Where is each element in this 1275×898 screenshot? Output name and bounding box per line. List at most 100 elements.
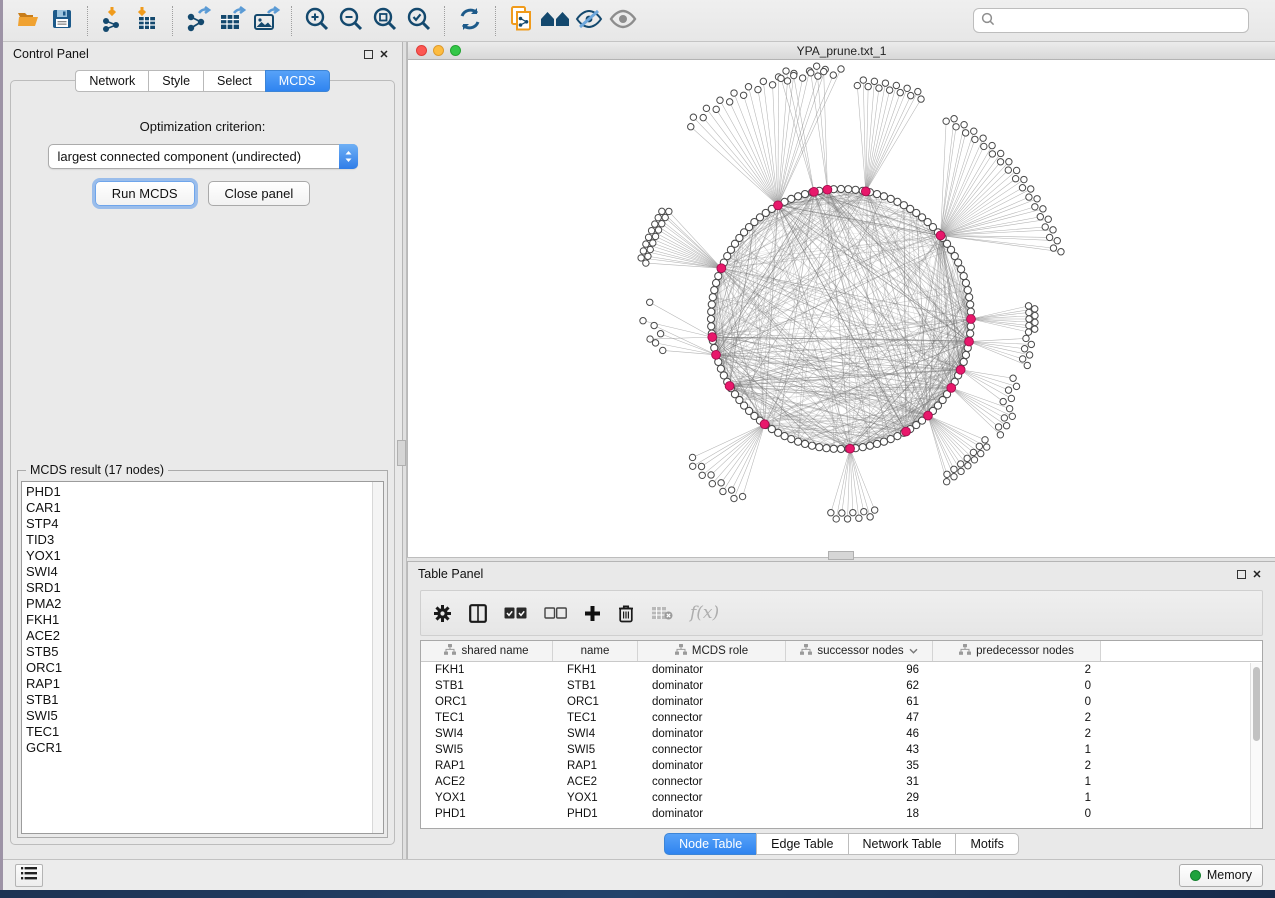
export-image-button[interactable] [249, 5, 283, 37]
result-node-item[interactable]: STB5 [26, 644, 383, 660]
memory-label: Memory [1207, 868, 1252, 882]
result-node-item[interactable]: CAR1 [26, 500, 383, 516]
criterion-dropdown[interactable]: largest connected component (undirected) [48, 144, 358, 169]
show-all-button[interactable] [606, 5, 640, 37]
table-row[interactable]: RAP1RAP1dominator352 [421, 758, 1262, 774]
zoom-selected-icon [405, 5, 433, 36]
table-cell: connector [638, 712, 786, 724]
tab-style[interactable]: Style [148, 70, 203, 92]
save-session-button[interactable] [45, 5, 79, 37]
column-header-name[interactable]: name [553, 641, 638, 661]
table-row[interactable]: ORC1ORC1dominator610 [421, 694, 1262, 710]
close-panel-button[interactable]: Close panel [208, 181, 311, 206]
tab-network[interactable]: Network [75, 70, 148, 92]
close-panel-icon[interactable]: ✕ [376, 47, 392, 61]
zoom-fit-button[interactable] [368, 5, 402, 37]
import-network-button[interactable] [96, 5, 130, 37]
table-cell: TEC1 [553, 712, 638, 724]
column-header-MCDS-role[interactable]: MCDS role [638, 641, 786, 661]
vertical-splitter[interactable] [402, 42, 407, 859]
open-session-button[interactable] [11, 5, 45, 37]
table-cell: ORC1 [421, 696, 553, 708]
network-title: YPA_prune.txt_1 [408, 44, 1275, 58]
save-icon [49, 6, 75, 35]
run-mcds-button[interactable]: Run MCDS [95, 181, 195, 206]
tab-mcds[interactable]: MCDS [265, 70, 330, 92]
import-table-button[interactable] [130, 5, 164, 37]
zoom-selected-button[interactable] [402, 5, 436, 37]
tab-select[interactable]: Select [203, 70, 265, 92]
result-node-item[interactable]: SWI5 [26, 708, 383, 724]
table-scrollbar[interactable] [1250, 663, 1262, 828]
table-cell: dominator [638, 728, 786, 740]
column-header-successor-nodes[interactable]: successor nodes [786, 641, 933, 661]
table-row[interactable]: SWI5SWI5connector431 [421, 742, 1262, 758]
result-node-item[interactable]: YOX1 [26, 548, 383, 564]
deselect-all-icon[interactable] [544, 607, 567, 619]
table-row[interactable]: SWI4SWI4dominator462 [421, 726, 1262, 742]
tab-edge-table[interactable]: Edge Table [756, 833, 847, 855]
delete-column-trash-icon[interactable] [618, 604, 634, 623]
table-row[interactable]: YOX1YOX1connector291 [421, 790, 1262, 806]
table-cell: PHD1 [421, 808, 553, 820]
search-box[interactable] [973, 8, 1249, 33]
result-node-item[interactable]: SRD1 [26, 580, 383, 596]
table-cell: dominator [638, 808, 786, 820]
apply-layout-button[interactable] [453, 5, 487, 37]
result-node-item[interactable]: STP4 [26, 516, 383, 532]
zoom-out-button[interactable] [334, 5, 368, 37]
result-node-item[interactable]: TEC1 [26, 724, 383, 740]
task-history-button[interactable] [15, 864, 43, 887]
table-row[interactable]: TEC1TEC1connector472 [421, 710, 1262, 726]
import-table-icon [133, 5, 161, 36]
hide-selected-button[interactable] [572, 5, 606, 37]
first-neighbors-button[interactable] [538, 5, 572, 37]
select-all-icon[interactable] [504, 607, 527, 619]
float-panel-icon[interactable] [1233, 567, 1249, 581]
search-input[interactable] [1000, 14, 1241, 28]
result-node-item[interactable]: GCR1 [26, 740, 383, 756]
zoom-in-button[interactable] [300, 5, 334, 37]
tab-network-table[interactable]: Network Table [848, 833, 956, 855]
table-toolbar: f(x) [420, 590, 1263, 636]
splitter-grip[interactable] [397, 440, 406, 466]
result-node-item[interactable]: FKH1 [26, 612, 383, 628]
splitter-grip[interactable] [828, 551, 854, 560]
scrollbar-thumb[interactable] [1253, 667, 1260, 741]
column-header-predecessor-nodes[interactable]: predecessor nodes [933, 641, 1101, 661]
float-panel-icon[interactable] [360, 47, 376, 61]
tab-motifs[interactable]: Motifs [955, 833, 1018, 855]
add-column-icon[interactable] [584, 605, 601, 622]
result-node-item[interactable]: STB1 [26, 692, 383, 708]
share-network-file-button[interactable] [504, 5, 538, 37]
table-row[interactable]: STB1STB1dominator620 [421, 678, 1262, 694]
control-panel: Control Panel ✕ NetworkStyleSelectMCDS O… [3, 42, 402, 859]
table-row[interactable]: ACE2ACE2connector311 [421, 774, 1262, 790]
result-node-item[interactable]: TID3 [26, 532, 383, 548]
tab-node-table[interactable]: Node Table [664, 833, 756, 855]
network-canvas[interactable] [408, 60, 1275, 557]
result-node-item[interactable]: RAP1 [26, 676, 383, 692]
table-settings-gear-icon[interactable] [433, 604, 452, 623]
node-table[interactable]: shared namenameMCDS rolesuccessor nodesp… [420, 640, 1263, 829]
horizontal-splitter[interactable] [407, 557, 1275, 562]
column-header-shared-name[interactable]: shared name [421, 641, 553, 661]
export-table-button[interactable] [215, 5, 249, 37]
result-node-item[interactable]: SWI4 [26, 564, 383, 580]
table-row[interactable]: PHD1PHD1dominator180 [421, 806, 1262, 822]
result-node-item[interactable]: PMA2 [26, 596, 383, 612]
mcds-result-box: MCDS result (17 nodes) PHD1CAR1STP4TID3Y… [17, 470, 388, 838]
network-titlebar[interactable]: YPA_prune.txt_1 [408, 42, 1275, 60]
table-row[interactable]: FKH1FKH1dominator962 [421, 662, 1262, 678]
result-node-item[interactable]: ORC1 [26, 660, 383, 676]
list-scrollbar[interactable] [372, 482, 383, 833]
zoom-in-icon [303, 5, 331, 36]
table-cell: 0 [933, 808, 1101, 820]
show-columns-icon[interactable] [469, 604, 487, 623]
mcds-result-list[interactable]: PHD1CAR1STP4TID3YOX1SWI4SRD1PMA2FKH1ACE2… [21, 481, 384, 834]
export-network-button[interactable] [181, 5, 215, 37]
result-node-item[interactable]: PHD1 [26, 484, 383, 500]
memory-button[interactable]: Memory [1179, 864, 1263, 887]
result-node-item[interactable]: ACE2 [26, 628, 383, 644]
close-panel-icon[interactable]: ✕ [1249, 567, 1265, 581]
